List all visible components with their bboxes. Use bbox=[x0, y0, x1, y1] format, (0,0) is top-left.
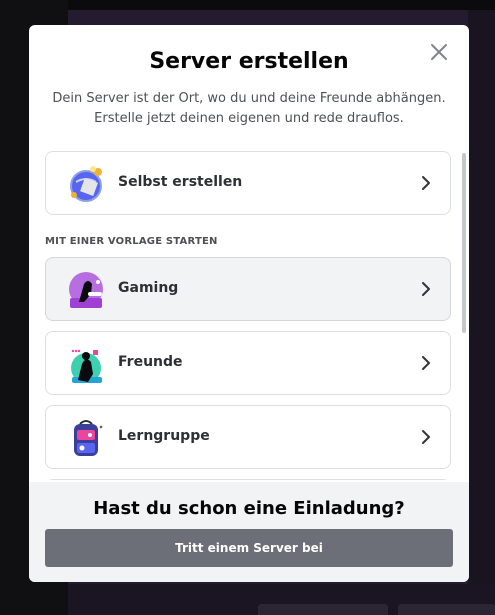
option-label: Selbst erstellen bbox=[118, 174, 243, 190]
chevron-right-icon bbox=[422, 176, 430, 190]
chevron-right-icon bbox=[422, 430, 430, 444]
option-template-friends[interactable]: Freunde bbox=[45, 331, 451, 395]
template-section-heading: MIT EINER VORLAGE STARTEN bbox=[45, 236, 218, 247]
modal-footer: Hast du schon eine Einladung? Tritt eine… bbox=[29, 482, 469, 582]
backdrop-button bbox=[398, 604, 495, 615]
option-create-own[interactable]: Selbst erstellen bbox=[45, 151, 451, 215]
option-label: Freunde bbox=[118, 354, 183, 370]
option-template-study-group[interactable]: Lerngruppe bbox=[45, 405, 451, 469]
scrollbar[interactable] bbox=[462, 153, 466, 333]
option-label: Lerngruppe bbox=[118, 428, 210, 444]
modal-title: Server erstellen bbox=[149, 49, 349, 74]
chevron-right-icon bbox=[422, 356, 430, 370]
backdrop-button bbox=[258, 604, 388, 615]
option-template-gaming[interactable]: Gaming bbox=[45, 257, 451, 321]
backdrop-side-panel bbox=[468, 10, 495, 610]
globe-build-icon bbox=[64, 162, 108, 206]
server-option-list[interactable]: Selbst erstellen MIT EINER VORLAGE START… bbox=[29, 150, 469, 480]
friends-icon bbox=[64, 342, 108, 386]
join-server-button[interactable]: Tritt einem Server bei bbox=[45, 529, 453, 567]
modal-subtitle: Dein Server ist der Ort, wo du und deine… bbox=[52, 91, 446, 126]
footer-title: Hast du schon eine Einladung? bbox=[93, 498, 405, 519]
option-template-more[interactable] bbox=[45, 479, 451, 480]
option-label: Gaming bbox=[118, 280, 179, 296]
chevron-right-icon bbox=[422, 282, 430, 296]
study-group-icon bbox=[64, 416, 108, 460]
gaming-icon bbox=[64, 268, 108, 312]
create-server-modal: Server erstellen Dein Server ist der Ort… bbox=[29, 25, 469, 582]
